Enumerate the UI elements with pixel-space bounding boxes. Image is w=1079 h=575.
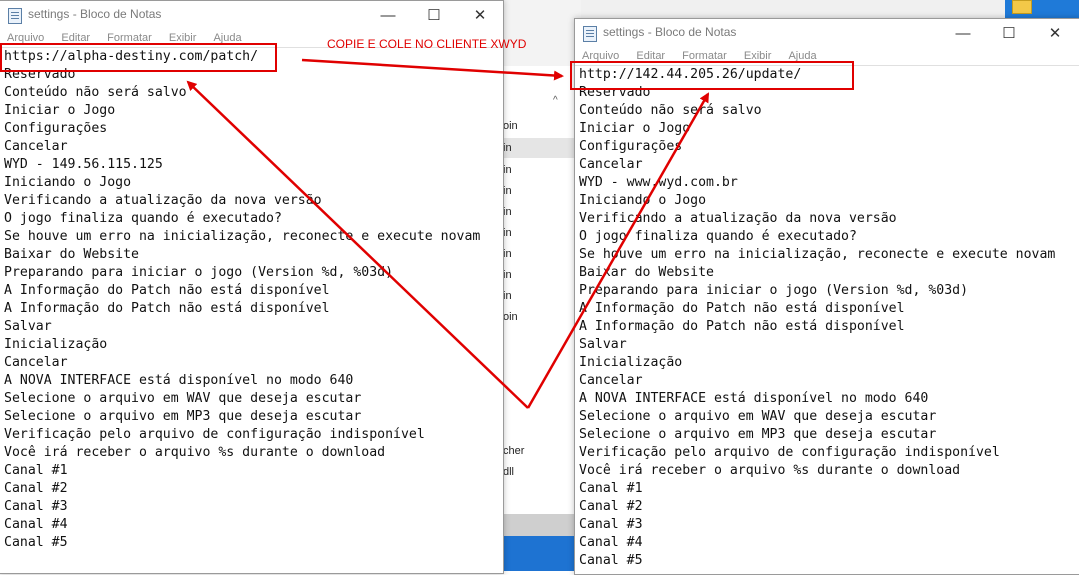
text-line: Você irá receber o arquivo %s durante o … (579, 463, 961, 478)
explorer-status-strip (500, 514, 578, 536)
text-line: Canal #1 (579, 481, 643, 496)
explorer-row[interactable]: in (503, 185, 512, 197)
title-bar[interactable]: settings - Bloco de Notas — ☐ ✕ (575, 19, 1079, 47)
maximize-button[interactable]: ☐ (411, 1, 457, 29)
background-explorer-window: ⌄ ^ oin in in in in in in in in oin cher dll (500, 0, 581, 571)
text-line: Verificando a atualização da nova versão (4, 193, 322, 208)
text-line: Selecione o arquivo em WAV que deseja es… (579, 409, 937, 424)
text-line: Iniciar o Jogo (579, 121, 691, 136)
explorer-toolbar (501, 0, 581, 66)
text-line: Selecione o arquivo em MP3 que deseja es… (4, 409, 362, 424)
text-line: Se houve um erro na inicialização, recon… (4, 229, 481, 244)
maximize-button[interactable]: ☐ (986, 19, 1032, 47)
text-line: Iniciar o Jogo (4, 103, 116, 118)
text-line: Canal #2 (4, 481, 68, 496)
explorer-row[interactable]: in (503, 142, 512, 154)
text-editor[interactable]: https://alpha-destiny.com/patch/Reservad… (0, 47, 503, 573)
text-line: Canal #1 (4, 463, 68, 478)
text-line: Selecione o arquivo em WAV que deseja es… (4, 391, 362, 406)
window-title: settings - Bloco de Notas (603, 25, 737, 39)
text-line: Selecione o arquivo em MP3 que deseja es… (579, 427, 937, 442)
text-line: Cancelar (579, 373, 643, 388)
text-line: Canal #2 (579, 499, 643, 514)
text-editor[interactable]: http://142.44.205.26/update/Reservado Con… (575, 65, 1079, 574)
text-line: Cancelar (579, 157, 643, 172)
text-line: Baixar do Website (4, 247, 139, 262)
text-line: Você irá receber o arquivo %s durante o … (4, 445, 386, 460)
text-line: Canal #3 (4, 499, 68, 514)
text-line: Preparando para iniciar o jogo (Version … (579, 283, 969, 298)
minimize-button[interactable]: — (940, 19, 986, 47)
text-line: Inicialização (579, 355, 683, 370)
text-line: Configurações (579, 139, 683, 154)
notepad-window-right: settings - Bloco de Notas — ☐ ✕ Arquivo … (574, 18, 1079, 575)
text-line: Configurações (4, 121, 108, 136)
text-line: O jogo finaliza quando é executado? (4, 211, 282, 226)
chevron-up-icon[interactable]: ^ (553, 95, 558, 106)
notepad-icon (583, 26, 597, 42)
text-line: A Informação do Patch não está disponíve… (4, 283, 330, 298)
text-line: A Informação do Patch não está disponíve… (579, 319, 905, 334)
text-line: WYD - www.wyd.com.br (579, 175, 738, 190)
explorer-row[interactable]: in (503, 164, 512, 176)
text-line: Canal #4 (4, 517, 68, 532)
text-line: Verificação pelo arquivo de configuração… (4, 427, 425, 442)
explorer-selected-row (501, 138, 581, 158)
text-line: Iniciando o Jogo (579, 193, 707, 208)
notepad-icon (8, 8, 22, 24)
explorer-row[interactable]: oin (503, 311, 518, 323)
text-line: Conteúdo não será salvo (579, 103, 762, 118)
text-line: Cancelar (4, 355, 68, 370)
explorer-row[interactable]: dll (503, 466, 514, 478)
explorer-row[interactable]: in (503, 248, 512, 260)
text-line: Baixar do Website (579, 265, 714, 280)
text-line: A NOVA INTERFACE está disponível no modo… (4, 373, 354, 388)
notepad-window-left: settings - Bloco de Notas — ☐ ✕ Arquivo … (0, 0, 504, 574)
explorer-row[interactable]: in (503, 269, 512, 281)
highlight-box-left-url (0, 43, 277, 72)
taskbar-fragment (500, 536, 578, 571)
close-button[interactable]: ✕ (457, 1, 503, 29)
annotation-label: COPIE E COLE NO CLIENTE XWYD (327, 37, 527, 51)
highlight-box-right-url (570, 61, 854, 90)
text-line: Canal #4 (579, 535, 643, 550)
text-line: WYD - 149.56.115.125 (4, 157, 163, 172)
explorer-row[interactable]: oin (503, 120, 518, 132)
text-line: Canal #5 (579, 553, 643, 568)
minimize-button[interactable]: — (365, 1, 411, 29)
window-title: settings - Bloco de Notas (28, 7, 162, 21)
chevron-down-icon[interactable]: ⌄ (553, 70, 561, 81)
text-line: Conteúdo não será salvo (4, 85, 187, 100)
text-line: O jogo finaliza quando é executado? (579, 229, 857, 244)
text-line: Verificação pelo arquivo de configuração… (579, 445, 1000, 460)
text-line: Salvar (579, 337, 627, 352)
text-line: Verificando a atualização da nova versão (579, 211, 897, 226)
text-line: Iniciando o Jogo (4, 175, 132, 190)
text-line: Inicialização (4, 337, 108, 352)
explorer-row[interactable]: in (503, 227, 512, 239)
text-line: Salvar (4, 319, 52, 334)
text-line: Se houve um erro na inicialização, recon… (579, 247, 1056, 262)
text-line: Cancelar (4, 139, 68, 154)
text-line: A Informação do Patch não está disponíve… (579, 301, 905, 316)
text-line: A NOVA INTERFACE está disponível no modo… (579, 391, 929, 406)
explorer-row[interactable]: in (503, 290, 512, 302)
text-line: A Informação do Patch não está disponíve… (4, 301, 330, 316)
text-line: Preparando para iniciar o jogo (Version … (4, 265, 394, 280)
close-button[interactable]: ✕ (1032, 19, 1078, 47)
folder-icon[interactable] (1012, 0, 1032, 14)
text-line: Canal #3 (579, 517, 643, 532)
explorer-row[interactable]: in (503, 206, 512, 218)
title-bar[interactable]: settings - Bloco de Notas — ☐ ✕ (0, 1, 503, 29)
text-line: Canal #5 (4, 535, 68, 550)
explorer-row[interactable]: cher (503, 445, 524, 457)
